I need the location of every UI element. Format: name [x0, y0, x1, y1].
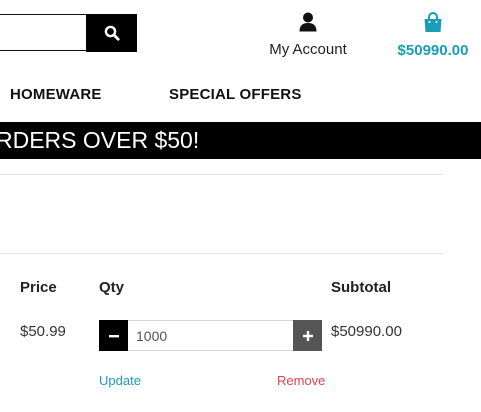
table-divider	[0, 253, 443, 254]
cart-total: $50990.00	[397, 42, 469, 59]
column-header-price: Price	[20, 279, 57, 296]
quantity-increase-button[interactable]	[293, 320, 322, 351]
update-link[interactable]: Update	[99, 373, 141, 388]
plus-icon	[302, 330, 313, 341]
search-button[interactable]	[86, 14, 137, 52]
section-divider	[0, 174, 443, 175]
quantity-input[interactable]	[128, 320, 293, 351]
minus-icon	[108, 334, 119, 337]
user-icon	[299, 12, 317, 32]
promo-banner-text: RDERS OVER $50!	[0, 127, 200, 153]
search-input[interactable]	[0, 14, 86, 51]
shopping-bag-icon	[424, 12, 442, 32]
quantity-decrease-button[interactable]	[99, 320, 128, 351]
search-icon	[104, 25, 120, 41]
item-price: $50.99	[20, 323, 66, 340]
remove-link[interactable]: Remove	[277, 373, 325, 388]
cart-link[interactable]: $50990.00	[388, 12, 478, 59]
my-account-label: My Account	[269, 41, 347, 58]
nav-item-homeware[interactable]: HOMEWARE	[10, 86, 102, 103]
item-subtotal: $50990.00	[331, 323, 402, 340]
my-account-link[interactable]: My Account	[262, 12, 354, 58]
column-header-qty: Qty	[99, 279, 125, 296]
nav-item-special-offers[interactable]: SPECIAL OFFERS	[169, 86, 302, 103]
promo-banner: RDERS OVER $50!	[0, 122, 481, 159]
column-header-subtotal: Subtotal	[331, 279, 391, 296]
